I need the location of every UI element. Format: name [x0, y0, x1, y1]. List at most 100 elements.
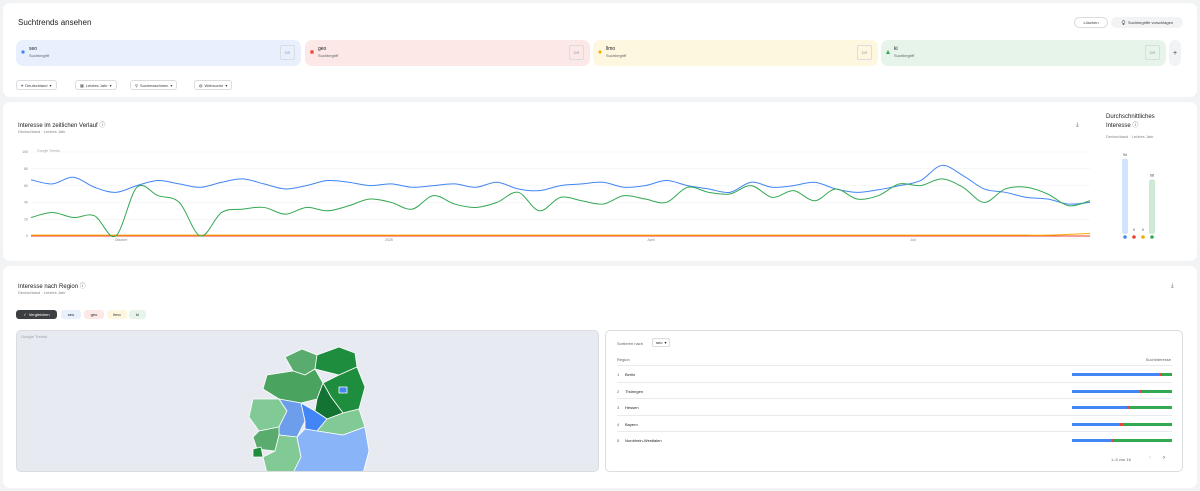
- y-tick-label: 100: [22, 150, 28, 154]
- bar-segment-ki: [1142, 389, 1172, 393]
- row-rank: 5: [617, 438, 620, 443]
- y-tick-label: 20: [24, 217, 28, 221]
- row-rank: 2: [617, 388, 620, 394]
- search-icon: ⚲: [135, 82, 138, 88]
- row-region-name: Hessen: [625, 405, 639, 410]
- avg-label-ki: 68: [1150, 174, 1154, 178]
- germany-map: [248, 346, 370, 471]
- avg-label-seo: 94: [1123, 153, 1127, 157]
- avg-label-geo: 0: [1133, 228, 1135, 232]
- pill-seo[interactable]: seo: [61, 310, 81, 319]
- time-line-chart: Google Trends 100 80 60 40 20 0 Oktober 2025 Apri…: [22, 149, 1091, 242]
- row-rank: 1: [617, 372, 620, 377]
- pill-llmo[interactable]: llmo: [107, 310, 127, 319]
- check-icon: ✓: [23, 312, 27, 317]
- filter-region[interactable]: ⌖ Deutschland ▾: [16, 80, 57, 90]
- avg-marker-seo: [1123, 235, 1127, 239]
- chevron-down-icon: ▾: [170, 82, 173, 88]
- table-row[interactable]: 2 Thüringen: [617, 381, 1172, 398]
- x-tick-label: April: [647, 238, 654, 242]
- row-rank: 3: [617, 405, 620, 410]
- bar-segment-ki: [1129, 406, 1172, 409]
- calendar-icon: ▦: [80, 82, 84, 88]
- term-chip-seo[interactable]: seo Suchbegriff DR: [16, 40, 301, 66]
- info-icon: ⓘ: [79, 284, 86, 290]
- avg-label-llmo: 0: [1142, 228, 1144, 232]
- add-term-button[interactable]: +: [1169, 40, 1181, 66]
- bar-segment-seo: [1072, 422, 1120, 426]
- row-region-name: Nordrhein-Westfalen: [625, 438, 662, 443]
- term-info-icon[interactable]: DR: [857, 45, 872, 60]
- region-interest-card: Interesse nach Region ⓘ DeutschlandLetzt…: [3, 266, 1197, 488]
- pill-geo[interactable]: geo: [84, 310, 104, 319]
- globe-icon: ◍: [199, 82, 203, 88]
- suggest-terms-button[interactable]: Suchbegriffe vorschlagen: [1111, 17, 1183, 28]
- triangle-marker-icon: [886, 50, 890, 54]
- sort-label: Sortieren nach: [617, 341, 644, 346]
- square-marker-icon: [310, 50, 314, 54]
- row-interest-bar: [1072, 439, 1172, 442]
- chevron-down-icon: ▾: [225, 82, 228, 88]
- term-chip-ki[interactable]: ki Suchbegriff DR: [881, 40, 1166, 66]
- diamond-marker-icon: [598, 50, 602, 54]
- search-terms-card: Suchtrends ansehen Löschen Suchbegriffe …: [3, 3, 1197, 97]
- region-berlin: [338, 386, 348, 394]
- bar-segment-seo: [1072, 406, 1127, 409]
- circle-marker-icon: [21, 50, 25, 54]
- y-tick-label: 0: [26, 234, 28, 238]
- series-line-ki: [30, 178, 1091, 238]
- row-region-name: Berlin: [625, 372, 636, 377]
- chevron-down-icon: ▾: [664, 340, 667, 345]
- region-bayern: [293, 426, 370, 471]
- term-info-icon[interactable]: DR: [280, 45, 295, 60]
- col-region: Region: [617, 357, 630, 362]
- filter-time[interactable]: ▦ Letztes Jahr ▾: [75, 80, 117, 90]
- y-tick-label: 40: [24, 201, 28, 205]
- term-info-icon[interactable]: DR: [569, 45, 584, 60]
- series-line-seo: [30, 164, 1091, 205]
- location-icon: ⌖: [21, 82, 24, 88]
- avg-marker-ki: [1150, 235, 1154, 239]
- region-table: Sortieren nach seo ▾ Region Suchinteresse…: [605, 330, 1183, 472]
- avg-marker-geo: [1132, 235, 1136, 239]
- google-trends-label: Google Trends: [37, 149, 60, 153]
- chevron-down-icon: ▾: [49, 82, 52, 88]
- bar-segment-ki: [1114, 439, 1172, 442]
- row-region-name: Thüringen: [625, 388, 644, 394]
- google-trends-label: Google Trends: [21, 334, 48, 339]
- region-saarland: [252, 446, 264, 458]
- table-row[interactable]: 1 Berlin: [617, 365, 1172, 381]
- download-icon[interactable]: ⤓: [1171, 283, 1174, 290]
- x-tick-label: 2025: [385, 238, 393, 242]
- filter-search-type[interactable]: ◍ Websuche ▾: [194, 80, 233, 90]
- lightbulb-icon: [1121, 20, 1126, 25]
- table-row[interactable]: 4 Bayern: [617, 414, 1172, 431]
- table-row[interactable]: 5 Nordrhein-Westfalen: [617, 431, 1172, 447]
- pill-ki[interactable]: ki: [129, 310, 146, 319]
- filter-search-engine[interactable]: ⚲ Suchmaschinen ▾: [130, 80, 178, 90]
- avg-bar-seo: [1122, 158, 1128, 234]
- compare-button[interactable]: ✓ Vergleichen: [16, 310, 57, 319]
- time-interest-card: Interesse im zeitlichen Verlauf ⓘ Deutsc…: [3, 102, 1197, 261]
- row-region-name: Bayern: [625, 421, 638, 427]
- chevron-down-icon: ▾: [109, 82, 112, 88]
- next-page-icon[interactable]: ›: [1163, 455, 1165, 461]
- clear-button[interactable]: Löschen: [1074, 17, 1108, 28]
- row-interest-bar: [1072, 422, 1172, 426]
- row-rank: 4: [617, 421, 620, 427]
- col-interest: Suchinteresse: [1145, 357, 1171, 362]
- row-interest-bar: [1072, 373, 1172, 376]
- sort-select[interactable]: seo ▾: [652, 338, 671, 347]
- term-chip-llmo[interactable]: llmo Suchbegriff DR: [593, 40, 878, 66]
- bar-segment-ki: [1162, 373, 1172, 376]
- region-map[interactable]: Google Trends: [16, 330, 599, 472]
- avg-bar-ki: [1149, 179, 1155, 234]
- prev-page-icon[interactable]: ‹: [1149, 455, 1151, 461]
- term-info-icon[interactable]: DR: [1145, 45, 1160, 60]
- x-tick-label: Juli: [910, 238, 915, 242]
- x-tick-label: Oktober: [115, 238, 128, 242]
- term-chip-geo[interactable]: geo Suchbegriff DR: [305, 40, 590, 66]
- bar-segment-seo: [1072, 389, 1140, 393]
- row-interest-bar: [1072, 389, 1172, 393]
- table-row[interactable]: 3 Hessen: [617, 398, 1172, 414]
